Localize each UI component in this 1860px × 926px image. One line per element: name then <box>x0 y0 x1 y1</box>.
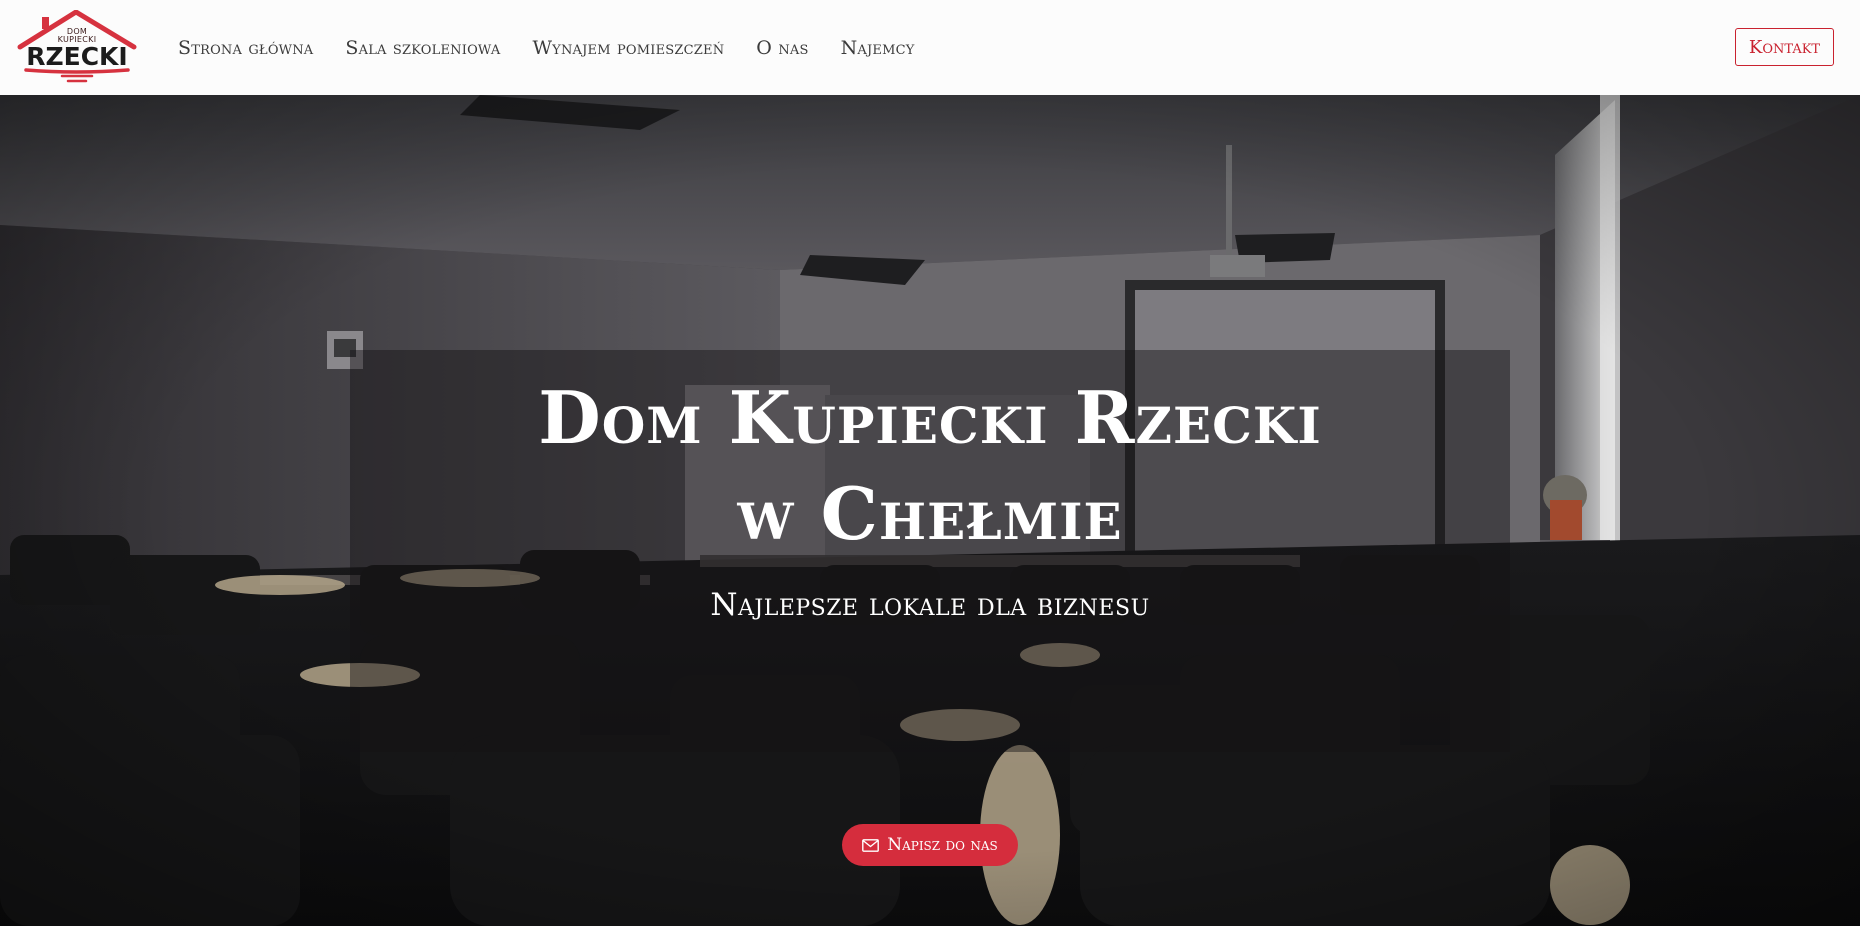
nav-item-tenants[interactable]: Najemcy <box>841 37 915 59</box>
site-header: DOM KUPIECKI RZECKI Strona główna Sala s… <box>0 0 1860 95</box>
write-to-us-button[interactable]: Napisz do nas <box>842 824 1018 866</box>
nav-item-home[interactable]: Strona główna <box>178 37 313 59</box>
write-to-us-label: Napisz do nas <box>887 835 998 855</box>
contact-button[interactable]: Kontakt <box>1735 28 1834 66</box>
hero-subtitle: Najlepsze lokale dla biznesu <box>710 587 1150 623</box>
hero-title: Dom Kupiecki Rzecki w Chełmie <box>350 370 1510 562</box>
hero-section: Dom Kupiecki Rzecki w Chełmie Najlepsze … <box>0 95 1860 926</box>
logo-house-icon: DOM KUPIECKI RZECKI <box>17 9 137 83</box>
nav-item-training-room[interactable]: Sala szkoleniowa <box>345 37 500 59</box>
envelope-icon <box>862 838 880 852</box>
hero-title-line-2: w Chełmie <box>737 471 1123 556</box>
hero-title-line-1: Dom Kupiecki Rzecki <box>538 375 1322 460</box>
logo-text-rzecki: RZECKI <box>26 42 127 71</box>
nav-item-rental[interactable]: Wynajem pomieszczeń <box>532 37 724 59</box>
site-logo[interactable]: DOM KUPIECKI RZECKI <box>16 9 140 84</box>
nav-item-about[interactable]: O nas <box>756 37 808 59</box>
main-nav: Strona główna Sala szkoleniowa Wynajem p… <box>178 0 947 95</box>
